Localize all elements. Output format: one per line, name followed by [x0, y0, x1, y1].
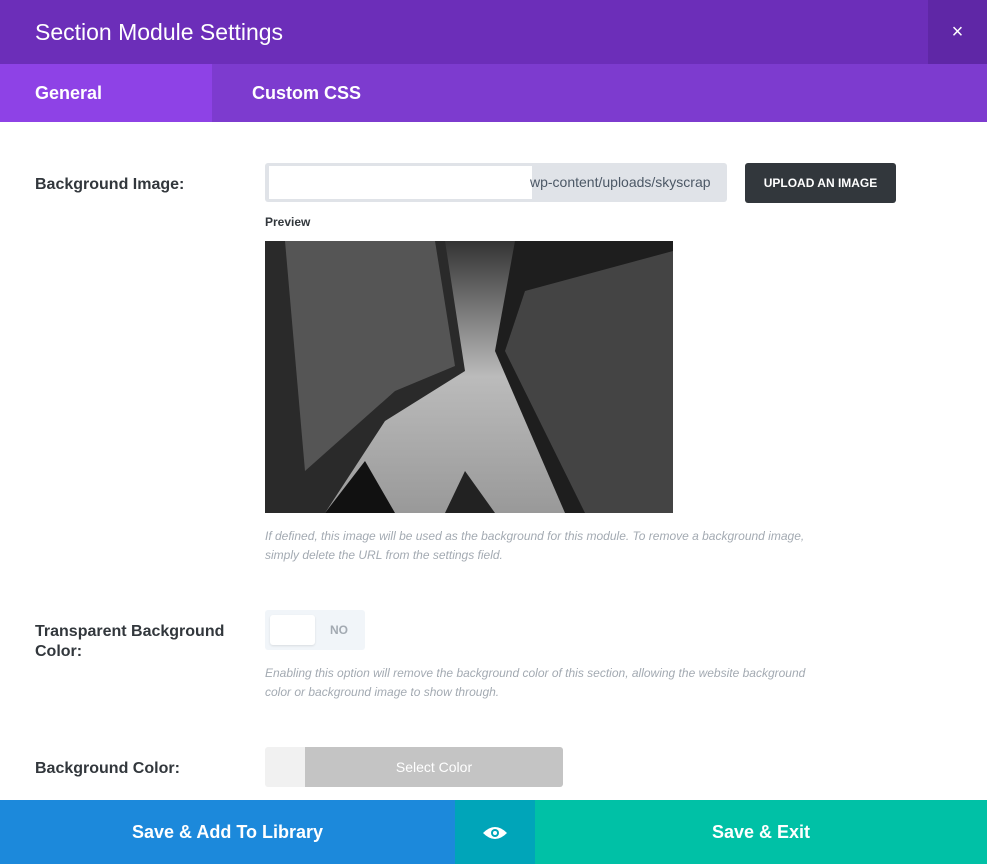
preview-label: Preview — [265, 215, 311, 229]
background-image-description: If defined, this image will be used as t… — [265, 529, 805, 562]
modal-title: Section Module Settings — [35, 19, 284, 45]
save-add-library-button[interactable]: Save & Add To Library — [0, 800, 455, 864]
transparent-background-toggle[interactable]: NO — [265, 610, 365, 650]
select-color-button[interactable]: Select Color — [305, 747, 563, 787]
save-exit-button[interactable]: Save & Exit — [535, 800, 987, 864]
background-color-label: Background Color: — [35, 760, 180, 777]
background-image-label: Background Image: — [35, 176, 185, 193]
preview-image — [265, 241, 673, 513]
toggle-knob — [270, 615, 315, 645]
transparent-description: Enabling this option will remove the bac… — [265, 666, 806, 699]
preview-button[interactable] — [455, 800, 535, 864]
toggle-state: NO — [330, 623, 348, 637]
color-swatch[interactable] — [265, 747, 305, 787]
modal-header: Section Module Settings × — [0, 0, 987, 64]
url-value: wp-content/uploads/skyscrap — [530, 174, 711, 190]
background-image-url-input[interactable]: wp-content/uploads/skyscrap — [265, 163, 727, 202]
tab-bar: General Settings Custom CSS — [0, 64, 987, 161]
close-button[interactable]: × — [928, 0, 987, 64]
background-color-picker[interactable]: Select Color — [265, 747, 563, 787]
upload-image-button[interactable]: UPLOAD AN IMAGE — [745, 163, 896, 203]
eye-icon — [482, 822, 508, 842]
url-field-highlight — [269, 166, 532, 199]
modal-footer: Save & Add To Library Save & Exit — [0, 800, 987, 864]
tab-custom-css[interactable]: Custom CSS — [217, 64, 396, 122]
tab-general-settings[interactable]: General Settings — [0, 64, 212, 161]
transparent-background-label: Transparent Background Color: — [35, 623, 225, 660]
